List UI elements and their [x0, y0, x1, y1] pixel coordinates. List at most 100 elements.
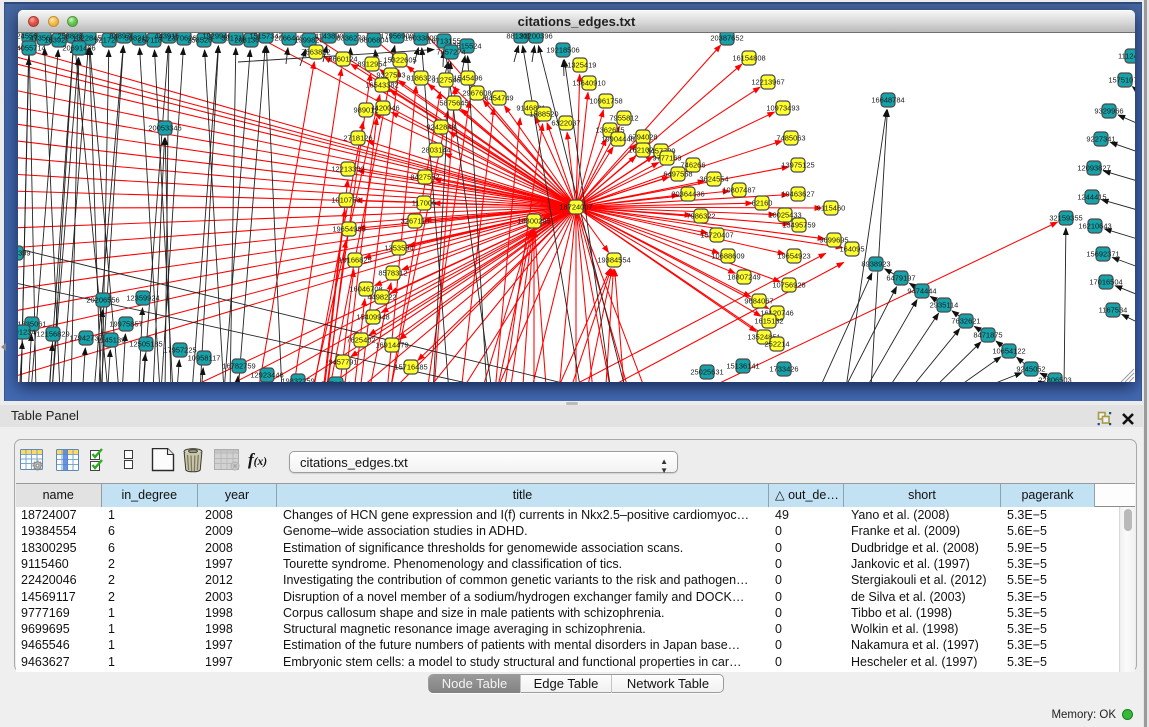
svg-text:18724007: 18724007 — [559, 203, 592, 212]
svg-text:16154808: 16154808 — [732, 54, 765, 63]
svg-text:8938923: 8938923 — [861, 260, 890, 269]
svg-text:6794028: 6794028 — [628, 133, 657, 142]
svg-text:19975857: 19975857 — [109, 320, 142, 329]
svg-text:12505185: 12505185 — [129, 340, 162, 349]
svg-text:12156829: 12156829 — [36, 330, 69, 339]
svg-text:3267110: 3267110 — [401, 217, 430, 226]
svg-text:19384554: 19384554 — [597, 256, 630, 265]
svg-text:1588520: 1588520 — [529, 110, 558, 119]
svg-text:10807487: 10807487 — [722, 186, 755, 195]
svg-text:25025631: 25025631 — [690, 368, 723, 377]
svg-text:13640910: 13640910 — [572, 79, 605, 88]
svg-text:164095: 164095 — [839, 245, 864, 254]
svg-text:2803144: 2803144 — [421, 146, 450, 155]
svg-text:1010753: 1010753 — [331, 196, 360, 205]
svg-text:20053346: 20053346 — [148, 124, 181, 133]
svg-text:11325419: 11325419 — [564, 61, 597, 70]
svg-text:15751074: 15751074 — [1108, 76, 1135, 85]
svg-text:7485063: 7485063 — [776, 134, 805, 143]
svg-text:12213967: 12213967 — [751, 78, 784, 87]
svg-text:9457791: 9457791 — [328, 358, 357, 367]
svg-text:989012: 989012 — [353, 106, 378, 115]
svg-text:7632621: 7632621 — [951, 317, 980, 326]
svg-text:18807249: 18807249 — [727, 273, 760, 282]
svg-text:62160: 62160 — [752, 199, 773, 208]
svg-text:12923446: 12923446 — [250, 371, 283, 380]
svg-text:16648784: 16648784 — [871, 96, 904, 105]
svg-text:16782759: 16782759 — [222, 362, 255, 371]
svg-text:16914479: 16914479 — [375, 341, 408, 350]
svg-text:19654985: 19654985 — [332, 225, 365, 234]
svg-text:9474444: 9474444 — [907, 287, 936, 296]
svg-text:20206556: 20206556 — [86, 296, 119, 305]
svg-text:9227341: 9227341 — [1086, 135, 1115, 144]
svg-text:1112495: 1112495 — [1118, 52, 1135, 61]
svg-text:9115460: 9115460 — [817, 204, 846, 213]
svg-text:391234: 391234 — [18, 328, 36, 337]
svg-text:4498222: 4498222 — [367, 293, 396, 302]
svg-text:15322605: 15322605 — [383, 56, 416, 65]
svg-text:10688609: 10688609 — [711, 252, 744, 261]
svg-text:1545496: 1545496 — [453, 74, 482, 83]
svg-text:15136141: 15136141 — [726, 362, 759, 371]
svg-text:24055714: 24055714 — [18, 44, 46, 53]
svg-text:17016504: 17016504 — [1089, 278, 1122, 287]
svg-text:6479197: 6479197 — [886, 274, 915, 283]
svg-text:13975125: 13975125 — [781, 161, 814, 170]
svg-text:9329966: 9329966 — [1094, 107, 1123, 116]
svg-text:3624554: 3624554 — [699, 175, 728, 184]
svg-text:12213302: 12213302 — [331, 165, 364, 174]
svg-text:8427552: 8427552 — [410, 173, 439, 182]
svg-text:20364436: 20364436 — [671, 190, 704, 199]
svg-text:7857274: 7857274 — [436, 48, 465, 57]
svg-text:18300295: 18300295 — [517, 217, 550, 226]
svg-text:5875645: 5875645 — [439, 99, 468, 108]
svg-text:15692371: 15692371 — [1086, 250, 1119, 259]
svg-text:7625402: 7625402 — [346, 336, 375, 345]
svg-text:7986322: 7986322 — [686, 212, 715, 221]
svg-text:8912954: 8912954 — [357, 60, 386, 69]
svg-text:20387652: 20387652 — [710, 34, 743, 43]
svg-text:10961758: 10961758 — [589, 97, 622, 106]
svg-text:9699695: 9699695 — [819, 236, 848, 245]
svg-text:20691406: 20691406 — [62, 44, 95, 53]
svg-text:9684067: 9684067 — [744, 297, 773, 306]
svg-text:7671884: 7671884 — [321, 380, 350, 382]
svg-text:8454749: 8454749 — [484, 94, 513, 103]
svg-text:19654923: 19654923 — [777, 252, 810, 261]
svg-text:1353594: 1353594 — [384, 244, 413, 253]
svg-text:10973493: 10973493 — [766, 104, 799, 113]
svg-text:1167534: 1167534 — [1099, 306, 1128, 315]
svg-text:10654122: 10654122 — [992, 347, 1025, 356]
svg-text:19218506: 19218506 — [546, 46, 579, 55]
svg-text:252214: 252214 — [764, 340, 789, 349]
svg-text:10756928: 10756928 — [772, 281, 805, 290]
svg-text:7663822: 7663822 — [301, 48, 330, 57]
svg-text:2718126: 2718126 — [343, 134, 372, 143]
svg-text:9242848: 9242848 — [426, 123, 455, 132]
svg-text:1733426: 1733426 — [769, 365, 798, 374]
svg-text:21200396: 21200396 — [519, 33, 552, 41]
svg-text:15409948: 15409948 — [356, 313, 389, 322]
svg-text:16543382: 16543382 — [365, 81, 398, 90]
svg-text:8471875: 8471875 — [973, 331, 1002, 340]
svg-text:9777169: 9777169 — [652, 154, 681, 163]
svg-text:1890399: 1890399 — [18, 249, 31, 258]
svg-text:12359924: 12359924 — [126, 294, 159, 303]
svg-text:9245052: 9245052 — [1016, 365, 1045, 374]
svg-text:2935114: 2935114 — [930, 301, 959, 310]
svg-text:6497568: 6497568 — [663, 170, 692, 179]
svg-text:8578312: 8578312 — [378, 269, 407, 278]
svg-text:7955812: 7955812 — [609, 114, 638, 123]
svg-text:15716485: 15716485 — [394, 363, 427, 372]
svg-text:22806503: 22806503 — [1038, 376, 1071, 382]
svg-text:19463627: 19463627 — [781, 190, 814, 199]
svg-text:19166825: 19166825 — [338, 256, 371, 265]
svg-text:6322037: 6322037 — [551, 119, 580, 128]
svg-text:16210643: 16210643 — [1078, 222, 1111, 231]
svg-text:8660124: 8660124 — [328, 55, 357, 64]
svg-text:1145139: 1145139 — [97, 336, 126, 345]
svg-text:1615132: 1615132 — [754, 317, 783, 326]
svg-text:15720407: 15720407 — [700, 231, 733, 240]
svg-text:13495759: 13495759 — [782, 221, 815, 230]
